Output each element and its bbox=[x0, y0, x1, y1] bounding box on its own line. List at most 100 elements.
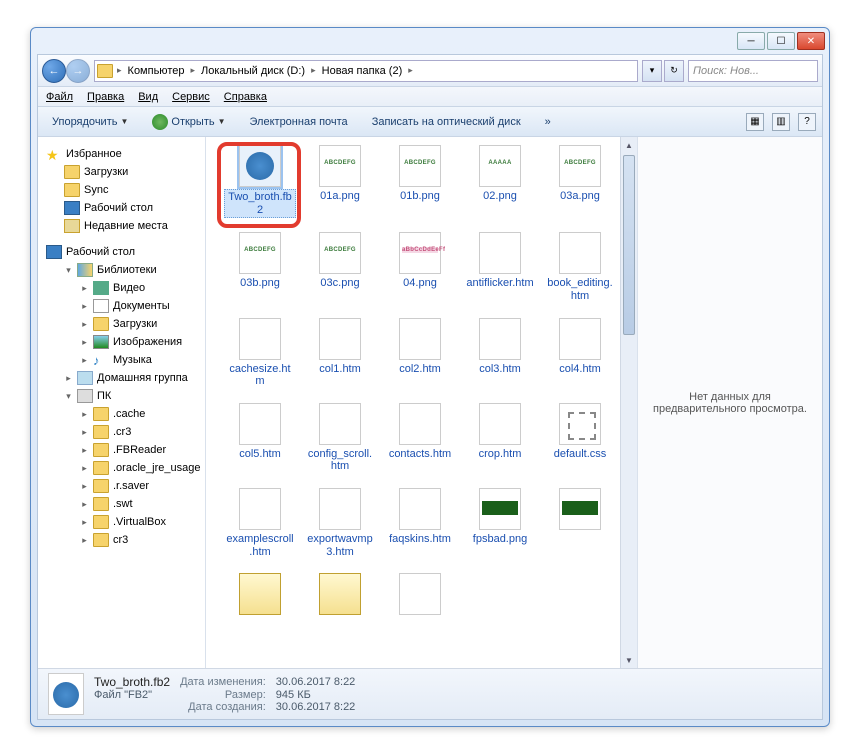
file-item[interactable]: ABCDEFG 03c.png bbox=[304, 232, 376, 303]
breadcrumb-folder[interactable]: Новая папка (2) bbox=[318, 63, 407, 79]
desktop-group[interactable]: Рабочий стол bbox=[40, 243, 203, 261]
history-dropdown[interactable]: ▾ bbox=[642, 60, 662, 82]
open-button[interactable]: Открыть▼ bbox=[144, 111, 233, 133]
file-label: col5.htm bbox=[237, 447, 283, 462]
expand-icon[interactable]: ▾ bbox=[64, 266, 73, 275]
sidebar-folder[interactable]: ▸.oracle_jre_usage bbox=[40, 459, 203, 477]
sidebar-sync[interactable]: Sync bbox=[40, 181, 203, 199]
preview-pane-button[interactable]: ▥ bbox=[772, 113, 790, 131]
file-item[interactable]: col4.htm bbox=[544, 318, 616, 389]
email-button[interactable]: Электронная почта bbox=[242, 113, 356, 131]
sidebar-recent[interactable]: Недавние места bbox=[40, 217, 203, 235]
file-item[interactable]: crop.htm bbox=[464, 403, 536, 474]
file-item[interactable]: col5.htm bbox=[224, 403, 296, 474]
file-item[interactable]: col3.htm bbox=[464, 318, 536, 389]
sidebar-folder[interactable]: ▸cr3 bbox=[40, 531, 203, 549]
file-item[interactable] bbox=[304, 573, 376, 619]
refresh-button[interactable]: ↻ bbox=[664, 60, 684, 82]
file-item[interactable]: ABCDEFG01b.png bbox=[384, 145, 456, 218]
sidebar-pictures[interactable]: ▸Изображения bbox=[40, 333, 203, 351]
file-item[interactable] bbox=[224, 573, 296, 619]
sidebar-libraries[interactable]: ▾Библиотеки bbox=[40, 261, 203, 279]
menu-view[interactable]: Вид bbox=[138, 91, 158, 103]
homegroup-icon bbox=[77, 371, 93, 385]
scroll-down-icon[interactable]: ▼ bbox=[621, 652, 637, 668]
file-item[interactable]: ABCDEFG03a.png bbox=[544, 145, 616, 218]
chevron-right-icon[interactable]: ▸ bbox=[311, 65, 316, 76]
file-item[interactable]: config_scroll.htm bbox=[304, 403, 376, 474]
sidebar-downloads-lib[interactable]: ▸Загрузки bbox=[40, 315, 203, 333]
folder-icon bbox=[64, 165, 80, 179]
search-input[interactable]: Поиск: Нов... bbox=[688, 60, 818, 82]
sidebar-video[interactable]: ▸Видео bbox=[40, 279, 203, 297]
breadcrumb[interactable]: ▸ Компьютер ▸ Локальный диск (D:) ▸ Нова… bbox=[94, 60, 638, 82]
favorites-group[interactable]: ★Избранное bbox=[40, 145, 203, 163]
titlebar[interactable]: ─ ☐ ✕ bbox=[31, 28, 829, 54]
close-button[interactable]: ✕ bbox=[797, 32, 825, 50]
sidebar-music[interactable]: ▸♪Музыка bbox=[40, 351, 203, 369]
chevron-right-icon[interactable]: ▸ bbox=[408, 65, 413, 76]
file-item[interactable]: antiflicker.htm bbox=[464, 232, 536, 303]
file-item[interactable]: ABCDEFG01a.png bbox=[304, 145, 376, 218]
forward-button[interactable]: → bbox=[66, 59, 90, 83]
document-icon bbox=[93, 299, 109, 313]
script-file-icon bbox=[319, 573, 361, 615]
file-item[interactable]: col1.htm bbox=[304, 318, 376, 389]
breadcrumb-drive[interactable]: Локальный диск (D:) bbox=[197, 63, 309, 79]
file-label: 04.png bbox=[401, 276, 439, 291]
menu-edit[interactable]: Правка bbox=[87, 91, 124, 103]
file-item[interactable]: book_editing.htm bbox=[544, 232, 616, 303]
back-button[interactable]: ← bbox=[42, 59, 66, 83]
menu-tools[interactable]: Сервис bbox=[172, 91, 210, 103]
chevron-right-icon[interactable]: ▸ bbox=[117, 65, 122, 76]
menu-file[interactable]: Файл bbox=[46, 91, 73, 103]
file-item[interactable]: contacts.htm bbox=[384, 403, 456, 474]
sidebar-folder[interactable]: ▸.FBReader bbox=[40, 441, 203, 459]
minimize-button[interactable]: ─ bbox=[737, 32, 765, 50]
file-item[interactable]: ABCDEFG03b.png bbox=[224, 232, 296, 303]
sidebar-folder[interactable]: ▸.cache bbox=[40, 405, 203, 423]
sidebar-documents[interactable]: ▸Документы bbox=[40, 297, 203, 315]
menu-help[interactable]: Справка bbox=[224, 91, 267, 103]
file-item[interactable] bbox=[384, 573, 456, 619]
computer-icon bbox=[77, 389, 93, 403]
file-item[interactable]: col2.htm bbox=[384, 318, 456, 389]
organize-button[interactable]: Упорядочить▼ bbox=[44, 113, 136, 131]
file-item[interactable]: cachesize.htm bbox=[224, 318, 296, 389]
file-item[interactable]: examplescroll.htm bbox=[224, 488, 296, 559]
file-item[interactable]: fpsbad.png bbox=[464, 488, 536, 559]
folder-icon bbox=[97, 64, 113, 78]
folder-icon bbox=[93, 425, 109, 439]
view-mode-button[interactable]: ▦ bbox=[746, 113, 764, 131]
sidebar-folder[interactable]: ▸.cr3 bbox=[40, 423, 203, 441]
maximize-button[interactable]: ☐ bbox=[767, 32, 795, 50]
sidebar-folder[interactable]: ▸.r.saver bbox=[40, 477, 203, 495]
window-body: ← → ▸ Компьютер ▸ Локальный диск (D:) ▸ … bbox=[37, 54, 823, 720]
file-label: 03c.png bbox=[318, 276, 361, 291]
sidebar-folder[interactable]: ▸.swt bbox=[40, 495, 203, 513]
sidebar-folder[interactable]: ▸.VirtualBox bbox=[40, 513, 203, 531]
folder-icon bbox=[93, 443, 109, 457]
file-item[interactable]: AAAAA02.png bbox=[464, 145, 536, 218]
burn-button[interactable]: Записать на оптический диск bbox=[364, 113, 529, 131]
sidebar-downloads[interactable]: Загрузки bbox=[40, 163, 203, 181]
help-button[interactable]: ? bbox=[798, 113, 816, 131]
sidebar-pc[interactable]: ▾ПК bbox=[40, 387, 203, 405]
file-item[interactable]: Two_broth.fb2 bbox=[224, 145, 296, 218]
breadcrumb-computer[interactable]: Компьютер bbox=[124, 63, 189, 79]
file-item[interactable]: faqskins.htm bbox=[384, 488, 456, 559]
file-item[interactable]: default.css bbox=[544, 403, 616, 474]
sidebar-desktop-fav[interactable]: Рабочий стол bbox=[40, 199, 203, 217]
chevron-right-icon[interactable]: ▸ bbox=[190, 65, 195, 76]
file-label: default.css bbox=[552, 447, 609, 462]
sidebar-homegroup[interactable]: ▸Домашняя группа bbox=[40, 369, 203, 387]
file-item[interactable]: exportwavmp3.htm bbox=[304, 488, 376, 559]
file-list[interactable]: Two_broth.fb2ABCDEFG01a.pngABCDEFG01b.pn… bbox=[206, 137, 620, 668]
toolbar-overflow[interactable]: » bbox=[537, 113, 559, 131]
scroll-thumb[interactable] bbox=[623, 155, 635, 335]
file-item[interactable] bbox=[544, 488, 616, 559]
png-file-icon: ABCDEFG bbox=[319, 232, 361, 274]
scrollbar[interactable]: ▲ ▼ bbox=[620, 137, 637, 668]
file-item[interactable]: aBbCcDdEeFf04.png bbox=[384, 232, 456, 303]
scroll-up-icon[interactable]: ▲ bbox=[621, 137, 637, 153]
